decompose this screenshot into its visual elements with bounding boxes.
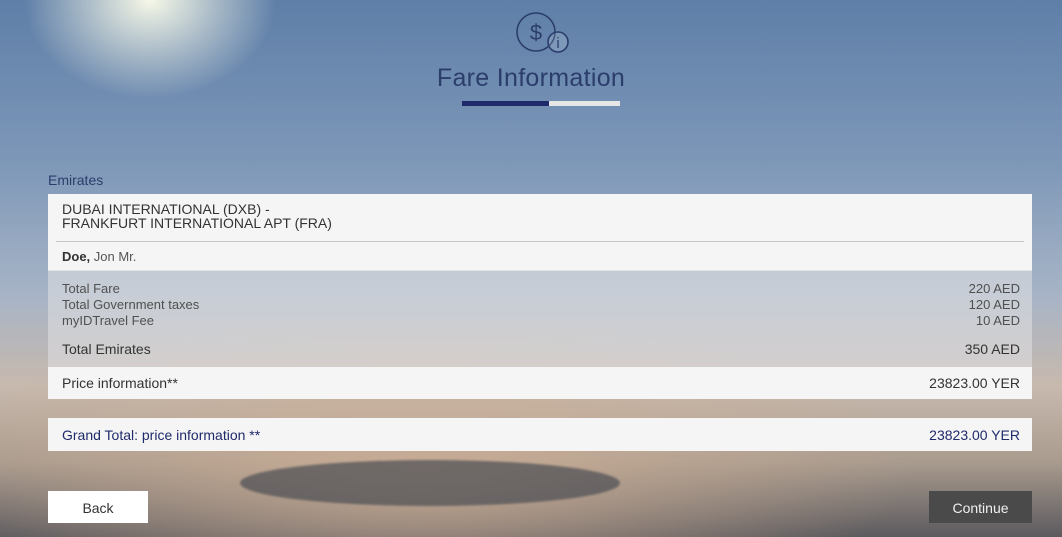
progress-bar-fill (462, 101, 549, 106)
grand-total-label: Grand Total: price information ** (62, 427, 261, 443)
total-value: 350 AED (964, 341, 1020, 357)
route-card: DUBAI INTERNATIONAL (DXB) - FRANKFURT IN… (48, 194, 1032, 270)
fare-row: Total Government taxes 120 AED (62, 297, 1020, 313)
price-information-label: Price information** (62, 375, 178, 391)
airline-name: Emirates (48, 172, 104, 188)
progress-bar (462, 101, 620, 106)
fare-value: 10 AED (975, 313, 1020, 328)
fare-row: Total Fare 220 AED (62, 281, 1020, 297)
continue-button[interactable]: Continue (929, 491, 1032, 523)
total-label: Total Emirates (62, 341, 151, 357)
back-button[interactable]: Back (48, 491, 148, 523)
total-row: Total Emirates 350 AED (62, 341, 1020, 357)
fare-value: 120 AED (968, 297, 1020, 312)
price-information-value: 23823.00 YER (929, 375, 1020, 391)
passenger-name: Doe, Jon Mr. (62, 249, 136, 264)
fare-label: myIDTravel Fee (62, 313, 154, 328)
fare-row: myIDTravel Fee 10 AED (62, 313, 1020, 329)
dollar-info-icon: $ i (506, 8, 582, 60)
fare-breakdown: Total Fare 220 AED Total Government taxe… (48, 270, 1032, 367)
grand-total-card: Grand Total: price information ** 23823.… (48, 418, 1032, 451)
passenger-first-name: Jon Mr. (90, 249, 137, 264)
svg-text:$: $ (530, 20, 542, 45)
page-title: Fare Information (436, 64, 626, 92)
divider (56, 241, 1024, 242)
fare-label: Total Government taxes (62, 297, 200, 312)
fare-label: Total Fare (62, 281, 120, 296)
price-information-row: Price information** 23823.00 YER (62, 375, 1020, 391)
fare-value: 220 AED (968, 281, 1020, 296)
passenger-last-name: Doe, (62, 249, 91, 264)
background-island (240, 460, 620, 506)
grand-total-row: Grand Total: price information ** 23823.… (62, 427, 1020, 443)
route-origin: DUBAI INTERNATIONAL (DXB) - (62, 201, 270, 217)
route-text: DUBAI INTERNATIONAL (DXB) - FRANKFURT IN… (62, 202, 332, 230)
svg-text:i: i (556, 35, 559, 52)
grand-total-value: 23823.00 YER (929, 427, 1020, 443)
price-information-card: Price information** 23823.00 YER (48, 367, 1032, 399)
route-destination: FRANKFURT INTERNATIONAL APT (FRA) (62, 215, 332, 231)
